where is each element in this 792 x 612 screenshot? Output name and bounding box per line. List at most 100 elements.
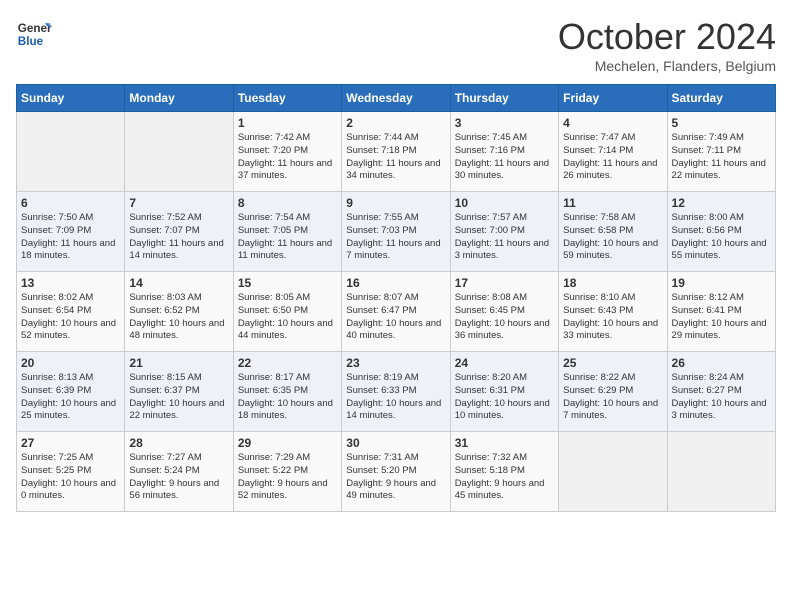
calendar-cell — [17, 112, 125, 192]
day-info: Sunrise: 8:22 AM Sunset: 6:29 PM Dayligh… — [563, 372, 662, 423]
day-number: 25 — [563, 356, 662, 370]
day-number: 30 — [346, 436, 445, 450]
day-info: Sunrise: 7:57 AM Sunset: 7:00 PM Dayligh… — [455, 212, 554, 263]
calendar-cell: 29 Sunrise: 7:29 AM Sunset: 5:22 PM Dayli… — [233, 432, 341, 512]
calendar-cell — [125, 112, 233, 192]
day-info: Sunrise: 7:45 AM Sunset: 7:16 PM Dayligh… — [455, 132, 554, 183]
month-title: October 2024 — [558, 16, 776, 58]
day-info: Sunrise: 8:07 AM Sunset: 6:47 PM Dayligh… — [346, 292, 445, 343]
day-info: Sunrise: 7:32 AM Sunset: 5:18 PM Dayligh… — [455, 452, 554, 503]
day-info: Sunrise: 8:00 AM Sunset: 6:56 PM Dayligh… — [672, 212, 771, 263]
calendar-cell: 2 Sunrise: 7:44 AM Sunset: 7:18 PM Daylig… — [342, 112, 450, 192]
day-number: 5 — [672, 116, 771, 130]
calendar-cell: 14Sunrise: 8:03 AM Sunset: 6:52 PM Dayli… — [125, 272, 233, 352]
day-number: 27 — [21, 436, 120, 450]
day-info: Sunrise: 7:55 AM Sunset: 7:03 PM Dayligh… — [346, 212, 445, 263]
calendar-cell: 23 Sunrise: 8:19 AM Sunset: 6:33 PM Dayli… — [342, 352, 450, 432]
day-number: 18 — [563, 276, 662, 290]
calendar-header-cell: Thursday — [450, 85, 558, 112]
day-info: Sunrise: 8:10 AM Sunset: 6:43 PM Dayligh… — [563, 292, 662, 343]
calendar-cell — [559, 432, 667, 512]
calendar-cell: 5 Sunrise: 7:49 AM Sunset: 7:11 PM Daylig… — [667, 112, 775, 192]
day-number: 7 — [129, 196, 228, 210]
calendar-cell: 7 Sunrise: 7:52 AM Sunset: 7:07 PM Daylig… — [125, 192, 233, 272]
day-info: Sunrise: 7:54 AM Sunset: 7:05 PM Dayligh… — [238, 212, 337, 263]
calendar-cell: 31 Sunrise: 7:32 AM Sunset: 5:18 PM Dayli… — [450, 432, 558, 512]
day-info: Sunrise: 7:44 AM Sunset: 7:18 PM Dayligh… — [346, 132, 445, 183]
day-number: 8 — [238, 196, 337, 210]
calendar-cell: 22 Sunrise: 8:17 AM Sunset: 6:35 PM Dayli… — [233, 352, 341, 432]
calendar-cell: 24Sunrise: 8:20 AM Sunset: 6:31 PM Dayli… — [450, 352, 558, 432]
day-number: 2 — [346, 116, 445, 130]
day-number: 31 — [455, 436, 554, 450]
day-number: 23 — [346, 356, 445, 370]
day-number: 3 — [455, 116, 554, 130]
calendar-week-row: 1 Sunrise: 7:42 AM Sunset: 7:20 PM Daylig… — [17, 112, 776, 192]
day-info: Sunrise: 7:25 AM Sunset: 5:25 PM Dayligh… — [21, 452, 120, 503]
day-info: Sunrise: 7:27 AM Sunset: 5:24 PM Dayligh… — [129, 452, 228, 503]
calendar-cell: 12 Sunrise: 8:00 AM Sunset: 6:56 PM Dayli… — [667, 192, 775, 272]
svg-text:Blue: Blue — [18, 35, 44, 48]
day-info: Sunrise: 8:24 AM Sunset: 6:27 PM Dayligh… — [672, 372, 771, 423]
calendar-cell: 30 Sunrise: 7:31 AM Sunset: 5:20 PM Dayli… — [342, 432, 450, 512]
day-info: Sunrise: 7:52 AM Sunset: 7:07 PM Dayligh… — [129, 212, 228, 263]
calendar-header-cell: Friday — [559, 85, 667, 112]
calendar-cell: 17Sunrise: 8:08 AM Sunset: 6:45 PM Dayli… — [450, 272, 558, 352]
day-info: Sunrise: 8:15 AM Sunset: 6:37 PM Dayligh… — [129, 372, 228, 423]
calendar-cell: 28 Sunrise: 7:27 AM Sunset: 5:24 PM Dayli… — [125, 432, 233, 512]
day-info: Sunrise: 8:12 AM Sunset: 6:41 PM Dayligh… — [672, 292, 771, 343]
day-number: 11 — [563, 196, 662, 210]
day-number: 29 — [238, 436, 337, 450]
calendar-cell: 15 Sunrise: 8:05 AM Sunset: 6:50 PM Dayli… — [233, 272, 341, 352]
calendar-cell: 21 Sunrise: 8:15 AM Sunset: 6:37 PM Dayli… — [125, 352, 233, 432]
calendar-header-cell: Tuesday — [233, 85, 341, 112]
calendar-cell: 20Sunrise: 8:13 AM Sunset: 6:39 PM Dayli… — [17, 352, 125, 432]
calendar-cell: 10 Sunrise: 7:57 AM Sunset: 7:00 PM Dayli… — [450, 192, 558, 272]
calendar-cell: 18 Sunrise: 8:10 AM Sunset: 6:43 PM Dayli… — [559, 272, 667, 352]
calendar-week-row: 27 Sunrise: 7:25 AM Sunset: 5:25 PM Dayli… — [17, 432, 776, 512]
calendar-week-row: 20Sunrise: 8:13 AM Sunset: 6:39 PM Dayli… — [17, 352, 776, 432]
day-number: 6 — [21, 196, 120, 210]
logo-icon: General Blue — [16, 16, 52, 52]
day-info: Sunrise: 8:05 AM Sunset: 6:50 PM Dayligh… — [238, 292, 337, 343]
calendar-body: 1 Sunrise: 7:42 AM Sunset: 7:20 PM Daylig… — [17, 112, 776, 512]
day-info: Sunrise: 7:31 AM Sunset: 5:20 PM Dayligh… — [346, 452, 445, 503]
calendar-cell: 27 Sunrise: 7:25 AM Sunset: 5:25 PM Dayli… — [17, 432, 125, 512]
calendar-cell: 3 Sunrise: 7:45 AM Sunset: 7:16 PM Daylig… — [450, 112, 558, 192]
day-info: Sunrise: 8:03 AM Sunset: 6:52 PM Dayligh… — [129, 292, 228, 343]
calendar-cell: 4Sunrise: 7:47 AM Sunset: 7:14 PM Daylig… — [559, 112, 667, 192]
calendar-header-cell: Wednesday — [342, 85, 450, 112]
header: General Blue October 2024 Mechelen, Flan… — [16, 16, 776, 74]
calendar-cell: 6Sunrise: 7:50 AM Sunset: 7:09 PM Daylig… — [17, 192, 125, 272]
day-number: 9 — [346, 196, 445, 210]
day-info: Sunrise: 8:19 AM Sunset: 6:33 PM Dayligh… — [346, 372, 445, 423]
day-info: Sunrise: 7:58 AM Sunset: 6:58 PM Dayligh… — [563, 212, 662, 263]
calendar-cell — [667, 432, 775, 512]
logo: General Blue — [16, 16, 52, 52]
calendar-table: SundayMondayTuesdayWednesdayThursdayFrid… — [16, 84, 776, 512]
day-info: Sunrise: 7:49 AM Sunset: 7:11 PM Dayligh… — [672, 132, 771, 183]
day-number: 28 — [129, 436, 228, 450]
calendar-cell: 8 Sunrise: 7:54 AM Sunset: 7:05 PM Daylig… — [233, 192, 341, 272]
calendar-cell: 25 Sunrise: 8:22 AM Sunset: 6:29 PM Dayli… — [559, 352, 667, 432]
calendar-header-cell: Saturday — [667, 85, 775, 112]
day-number: 15 — [238, 276, 337, 290]
calendar-cell: 11 Sunrise: 7:58 AM Sunset: 6:58 PM Dayli… — [559, 192, 667, 272]
calendar-header-row: SundayMondayTuesdayWednesdayThursdayFrid… — [17, 85, 776, 112]
day-number: 22 — [238, 356, 337, 370]
calendar-cell: 13Sunrise: 8:02 AM Sunset: 6:54 PM Dayli… — [17, 272, 125, 352]
day-number: 20 — [21, 356, 120, 370]
day-info: Sunrise: 8:17 AM Sunset: 6:35 PM Dayligh… — [238, 372, 337, 423]
calendar-cell: 9 Sunrise: 7:55 AM Sunset: 7:03 PM Daylig… — [342, 192, 450, 272]
day-number: 21 — [129, 356, 228, 370]
day-info: Sunrise: 7:29 AM Sunset: 5:22 PM Dayligh… — [238, 452, 337, 503]
day-number: 19 — [672, 276, 771, 290]
day-number: 26 — [672, 356, 771, 370]
day-number: 4 — [563, 116, 662, 130]
day-number: 1 — [238, 116, 337, 130]
day-info: Sunrise: 7:42 AM Sunset: 7:20 PM Dayligh… — [238, 132, 337, 183]
day-number: 16 — [346, 276, 445, 290]
day-info: Sunrise: 8:20 AM Sunset: 6:31 PM Dayligh… — [455, 372, 554, 423]
day-number: 12 — [672, 196, 771, 210]
day-number: 10 — [455, 196, 554, 210]
